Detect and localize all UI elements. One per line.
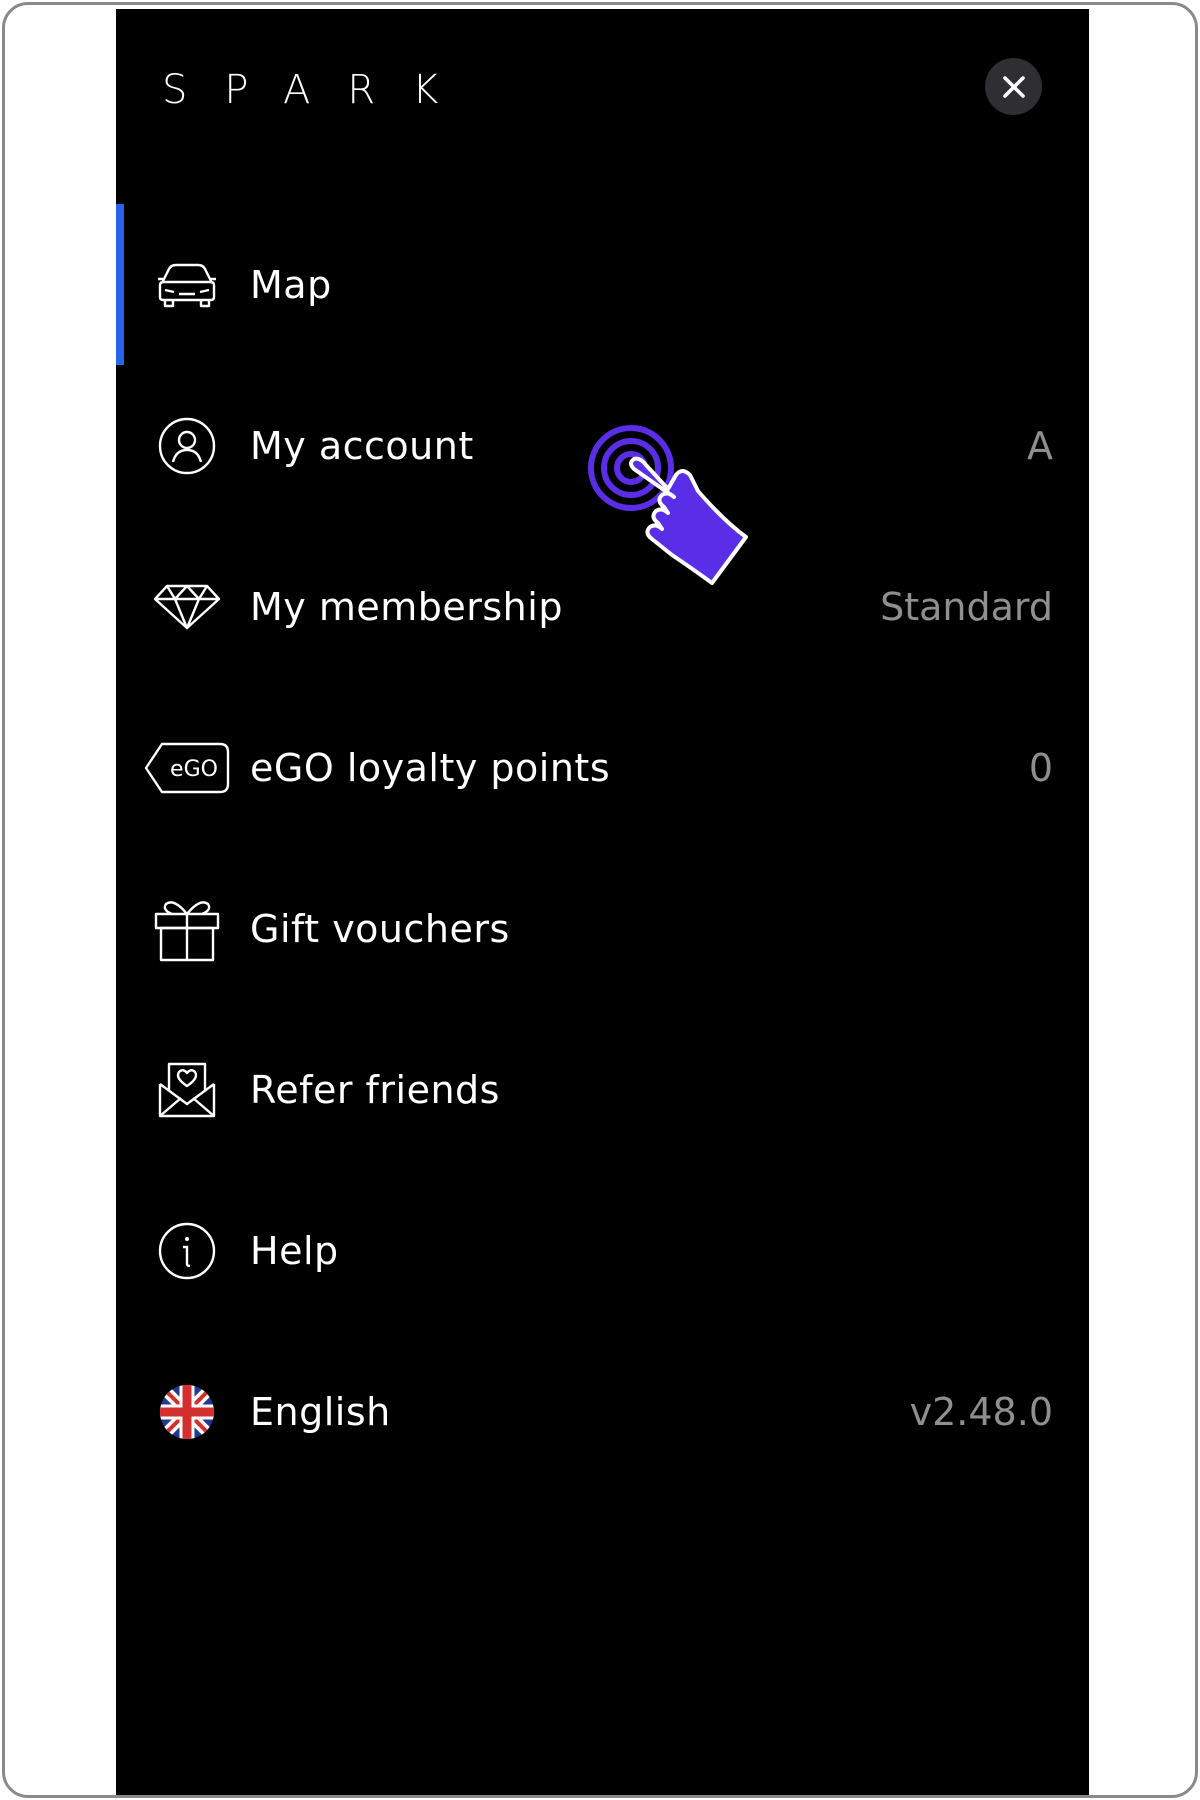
close-button[interactable] bbox=[985, 58, 1042, 115]
menu-item-label: Refer friends bbox=[250, 1067, 500, 1112]
menu-item-language[interactable]: English v2.48.0 bbox=[116, 1331, 1089, 1492]
menu-item-label: Map bbox=[250, 262, 332, 307]
menu-item-gift-vouchers[interactable]: Gift vouchers bbox=[116, 848, 1089, 1009]
menu-item-help[interactable]: Help bbox=[116, 1170, 1089, 1331]
svg-text:eGO: eGO bbox=[170, 757, 218, 782]
gift-icon bbox=[152, 899, 222, 961]
menu-list: Map My account A My membership Standard … bbox=[116, 204, 1089, 1492]
menu-item-label: Gift vouchers bbox=[250, 906, 510, 951]
menu-item-my-membership[interactable]: My membership Standard bbox=[116, 526, 1089, 687]
menu-item-refer-friends[interactable]: Refer friends bbox=[116, 1009, 1089, 1170]
user-icon bbox=[152, 416, 222, 476]
envelope-heart-icon bbox=[152, 1060, 222, 1120]
svg-text:SPARK: SPARK bbox=[162, 69, 462, 109]
close-icon bbox=[1002, 75, 1025, 98]
menu-item-label: English bbox=[250, 1389, 391, 1434]
spark-logo: SPARK bbox=[162, 69, 462, 109]
app-version: v2.48.0 bbox=[909, 1389, 1053, 1434]
account-initial: A bbox=[1027, 423, 1053, 468]
menu-item-map[interactable]: Map bbox=[116, 204, 1089, 365]
menu-item-label: My membership bbox=[250, 584, 563, 629]
menu-item-my-account[interactable]: My account A bbox=[116, 365, 1089, 526]
menu-item-label: eGO loyalty points bbox=[250, 745, 611, 790]
ego-tag-icon: eGO bbox=[142, 738, 232, 798]
menu-item-label: Help bbox=[250, 1228, 339, 1273]
loyalty-points-count: 0 bbox=[1028, 745, 1053, 790]
car-icon bbox=[152, 255, 222, 315]
menu-item-label: My account bbox=[250, 423, 474, 468]
uk-flag-icon bbox=[152, 1382, 222, 1442]
side-menu: SPARK Map My account A My membership Sta… bbox=[116, 9, 1089, 1795]
membership-tier: Standard bbox=[880, 584, 1053, 629]
device-frame: SPARK Map My account A My membership Sta… bbox=[2, 2, 1198, 1798]
menu-item-ego-loyalty-points[interactable]: eGO eGO loyalty points 0 bbox=[116, 687, 1089, 848]
info-icon bbox=[152, 1221, 222, 1281]
diamond-icon bbox=[152, 577, 222, 637]
